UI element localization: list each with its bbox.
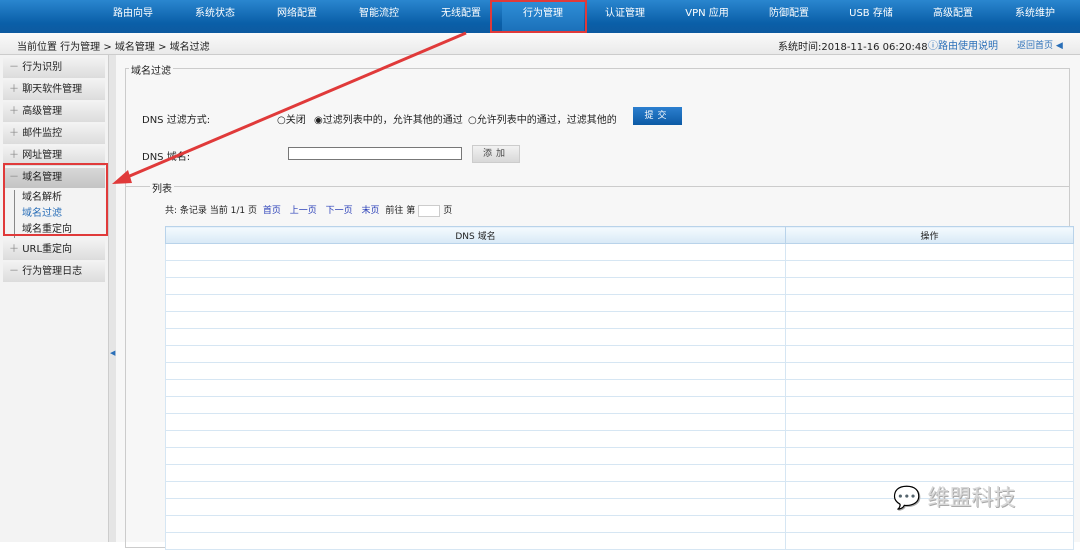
annotation-arrow: [112, 31, 467, 184]
